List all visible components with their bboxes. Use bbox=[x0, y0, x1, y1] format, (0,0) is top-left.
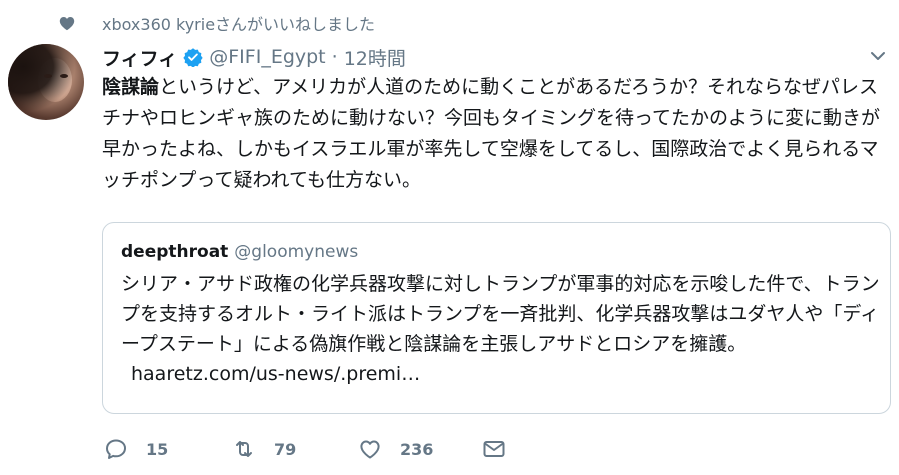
author-handle[interactable]: @FIFI_Egypt bbox=[209, 46, 325, 68]
separator-dot: · bbox=[331, 46, 338, 68]
social-context-text[interactable]: xbox360 kyrieさんがいいねしました bbox=[102, 11, 375, 35]
tweet-time[interactable]: 12時間 bbox=[344, 44, 406, 71]
reply-count: 15 bbox=[146, 439, 169, 459]
quoted-tweet-link[interactable]: haaretz.com/us-news/.premi… bbox=[131, 363, 420, 385]
tweet-text: 陰謀論というけど、アメリカが人道のために動くことがあるだろうか？それならなぜパレ… bbox=[102, 72, 892, 196]
retweet-count: 79 bbox=[274, 439, 297, 459]
reply-icon bbox=[106, 439, 126, 459]
author-name[interactable]: フィフィ bbox=[102, 44, 177, 71]
like-button[interactable]: 236 bbox=[358, 437, 433, 461]
verified-badge-icon bbox=[183, 48, 203, 67]
quoted-tweet-header: deepthroat @gloomynews bbox=[121, 242, 358, 262]
chevron-down-icon[interactable] bbox=[870, 50, 886, 62]
quoted-author-name: deepthroat bbox=[121, 242, 229, 262]
avatar[interactable] bbox=[8, 44, 84, 120]
direct-message-button[interactable] bbox=[482, 437, 506, 461]
tweet-header: フィフィ @FIFI_Egypt · 12時間 bbox=[102, 42, 892, 72]
tweet-text-body: というけど、アメリカが人道のために動くことがあるだろうか？それならなぜパレスチナ… bbox=[102, 76, 881, 191]
tweet-text-emphasis: 陰謀論 bbox=[102, 76, 160, 98]
tweet-actions: 15 79 236 bbox=[102, 434, 602, 464]
heart-outline-icon bbox=[360, 440, 380, 459]
heart-icon bbox=[59, 17, 75, 31]
retweet-icon bbox=[236, 441, 252, 457]
reply-button[interactable]: 15 bbox=[104, 437, 168, 461]
social-context: xbox360 kyrieさんがいいねしました bbox=[59, 10, 375, 36]
envelope-icon bbox=[483, 441, 505, 457]
quoted-author-handle: @gloomynews bbox=[234, 242, 359, 262]
quoted-tweet-body: シリア・アサド政権の化学兵器攻撃に対しトランプが軍事的対応を示唆した件で、トラン… bbox=[121, 273, 880, 355]
quoted-tweet-card[interactable]: deepthroat @gloomynews シリア・アサド政権の化学兵器攻撃に対… bbox=[102, 222, 891, 414]
retweet-button[interactable]: 79 bbox=[232, 437, 296, 461]
quoted-tweet-text: シリア・アサド政権の化学兵器攻撃に対しトランプが軍事的対応を示唆した件で、トラン… bbox=[121, 269, 881, 389]
like-count: 236 bbox=[400, 439, 434, 459]
